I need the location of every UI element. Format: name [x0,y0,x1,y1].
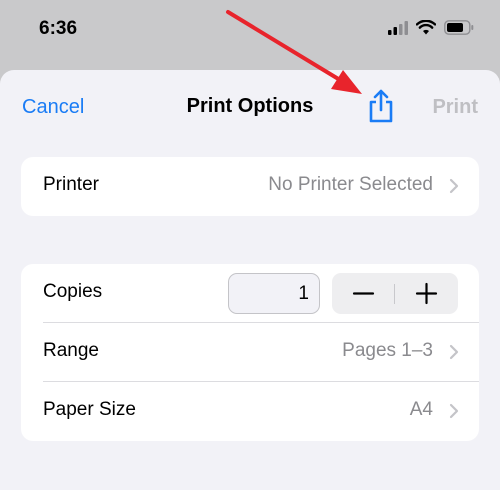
print-options-sheet: Cancel Print Options Print Printer No Pr… [0,70,500,490]
paper-size-value: A4 [409,399,433,420]
copies-value: 1 [298,283,309,304]
share-icon [369,89,393,123]
paper-size-row[interactable]: Paper Size A4 [21,382,479,441]
battery-icon [444,20,474,35]
wifi-icon [416,20,436,35]
print-button[interactable]: Print [432,96,478,119]
printer-group: Printer No Printer Selected [21,157,479,216]
minus-icon [352,292,375,295]
status-icons [388,20,474,35]
share-button[interactable] [366,88,396,124]
copies-field[interactable]: 1 [228,273,320,314]
cellular-signal-icon [388,20,408,35]
paper-size-label: Paper Size [43,399,136,420]
range-value: Pages 1–3 [342,340,433,361]
plus-icon [415,282,438,305]
print-options-group: Copies 1 Range Pages 1–3 Paper Size A4 [21,264,479,441]
decrement-button[interactable] [332,273,395,314]
chevron-right-icon [449,344,459,360]
range-label: Range [43,340,99,361]
status-bar: 6:36 [0,0,500,62]
copies-row: Copies 1 [21,264,479,323]
nav-bar: Cancel Print Options Print [0,70,500,150]
printer-row[interactable]: Printer No Printer Selected [21,157,479,216]
range-row[interactable]: Range Pages 1–3 [21,323,479,382]
chevron-right-icon [449,403,459,419]
printer-value: No Printer Selected [268,174,433,195]
increment-button[interactable] [395,273,458,314]
chevron-right-icon [449,178,459,194]
copies-stepper [332,273,458,314]
page-title: Print Options [186,95,314,117]
printer-label: Printer [43,174,99,195]
status-time: 6:36 [39,18,78,39]
copies-label: Copies [43,281,103,302]
